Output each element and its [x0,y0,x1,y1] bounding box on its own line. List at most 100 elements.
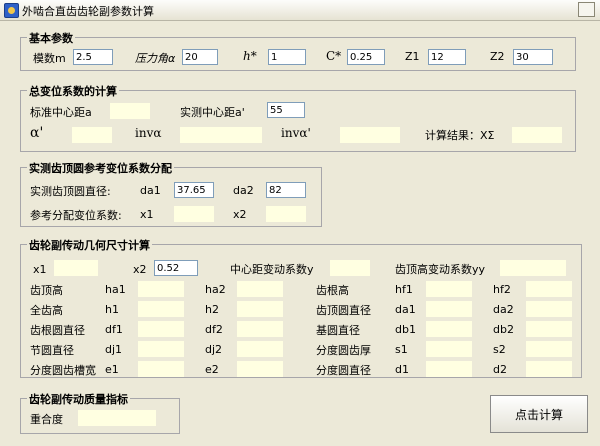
ref-x2-output [266,206,306,222]
base-diameter-row-label: 基圆直径 [316,324,360,337]
calc-da1-label: da1 [395,303,416,316]
db1-output [426,321,472,337]
db2-output [526,321,572,337]
z1-input[interactable] [428,49,466,65]
geometry-title: 齿轮副传动几何尺寸计算 [27,237,152,253]
e1-label: e1 [105,363,119,376]
center-change-label: 中心距变动系数y [230,263,314,276]
displacement-title: 总变位系数的计算 [27,83,119,99]
window-title: 外啮合直齿齿轮副参数计算 [22,5,154,18]
std-center-output [110,103,150,119]
geo-x2-label: x2 [133,263,147,276]
pitch-diameter-row-label: 节圆直径 [30,344,74,357]
real-center-input[interactable] [267,102,305,118]
clearance-coef-input[interactable] [347,49,385,65]
ha1-label: ha1 [105,283,126,296]
tip-distribution-title: 实测齿顶圆参考变位系数分配 [27,160,174,176]
inv-alpha-prime-label: invα' [281,126,311,140]
pressure-angle-label: 压力角α [135,52,176,65]
title-bar: 外啮合直齿齿轮副参数计算 [0,0,600,21]
ha2-label: ha2 [205,283,226,296]
d2-label: d2 [493,363,507,376]
df1-output [138,321,184,337]
addendum-row-label: 齿顶高 [30,284,63,297]
sum-result-output [512,127,562,143]
alpha-prime-output [72,127,112,143]
overlap-ratio-output [78,410,156,426]
ha1-output [138,281,184,297]
app-icon [4,3,19,18]
basic-params-title: 基本参数 [27,30,75,46]
hf2-output [526,281,572,297]
z2-label: Z2 [490,50,505,63]
s1-label: s1 [395,343,408,356]
ha2-output [237,281,283,297]
d2-output [526,361,572,377]
da1-label: da1 [140,184,161,197]
sum-result-label: 计算结果：XΣ [425,129,495,142]
s2-label: s2 [493,343,506,356]
measured-da2-input[interactable] [266,182,306,198]
ref-x2-label: x2 [233,208,247,221]
tooth-thickness-row-label: 分度圆齿厚 [316,344,371,357]
h2-label: h2 [205,303,219,316]
addendum-coef-label: h* [243,49,257,63]
ref-diameter-row-label: 分度圆直径 [316,364,371,377]
measured-da1-input[interactable] [174,182,214,198]
geo-x2-input[interactable] [154,260,198,276]
ref-x1-label: x1 [140,208,154,221]
inv-alpha-prime-output [340,127,400,143]
alpha-prime-label: α' [30,125,44,141]
df2-output [237,321,283,337]
dj1-output [138,341,184,357]
center-change-output [330,260,370,276]
module-input[interactable] [73,49,113,65]
da2-label: da2 [233,184,254,197]
inv-alpha-label: invα [135,126,162,140]
real-center-label: 实测中心距a' [180,106,245,119]
df1-label: df1 [105,323,123,336]
z1-label: Z1 [405,50,420,63]
addendum-coef-input[interactable] [268,49,306,65]
h1-label: h1 [105,303,119,316]
hf1-label: hf1 [395,283,413,296]
h1-output [138,301,184,317]
e2-output [237,361,283,377]
db1-label: db1 [395,323,416,336]
quality-title: 齿轮副传动质量指标 [27,391,130,407]
overlap-ratio-label: 重合度 [30,413,63,426]
e2-label: e2 [205,363,219,376]
space-width-row-label: 分度圆齿槽宽 [30,364,96,377]
s1-output [426,341,472,357]
d1-label: d1 [395,363,409,376]
ref-distribution-label: 参考分配变位系数: [30,209,122,222]
close-button[interactable] [578,2,595,17]
dj1-label: dj1 [105,343,123,356]
geo-x1-label: x1 [33,263,47,276]
dj2-output [237,341,283,357]
calc-da2-label: da2 [493,303,514,316]
hf1-output [426,281,472,297]
std-center-label: 标准中心距a [30,106,92,119]
ref-x1-output [174,206,214,222]
pressure-angle-input[interactable] [182,49,218,65]
tip-diameter-row-label: 齿顶圆直径 [316,304,371,317]
dedendum-row-label: 齿根高 [316,284,349,297]
calc-da2-output [526,301,572,317]
df2-label: df2 [205,323,223,336]
h2-output [237,301,283,317]
tip-change-label: 齿顶高变动系数yy [395,263,486,276]
s2-output [526,341,572,357]
d1-output [426,361,472,377]
inv-alpha-output [180,127,262,143]
tip-diameter-label: 实测齿顶圆直径: [30,185,111,198]
hf2-label: hf2 [493,283,511,296]
z2-input[interactable] [513,49,553,65]
e1-output [138,361,184,377]
tip-change-output [500,260,566,276]
module-label: 模数m [33,52,66,65]
clearance-coef-label: C* [326,49,342,63]
geo-x1-output [54,260,98,276]
calculate-button[interactable]: 点击计算 [490,395,588,433]
db2-label: db2 [493,323,514,336]
